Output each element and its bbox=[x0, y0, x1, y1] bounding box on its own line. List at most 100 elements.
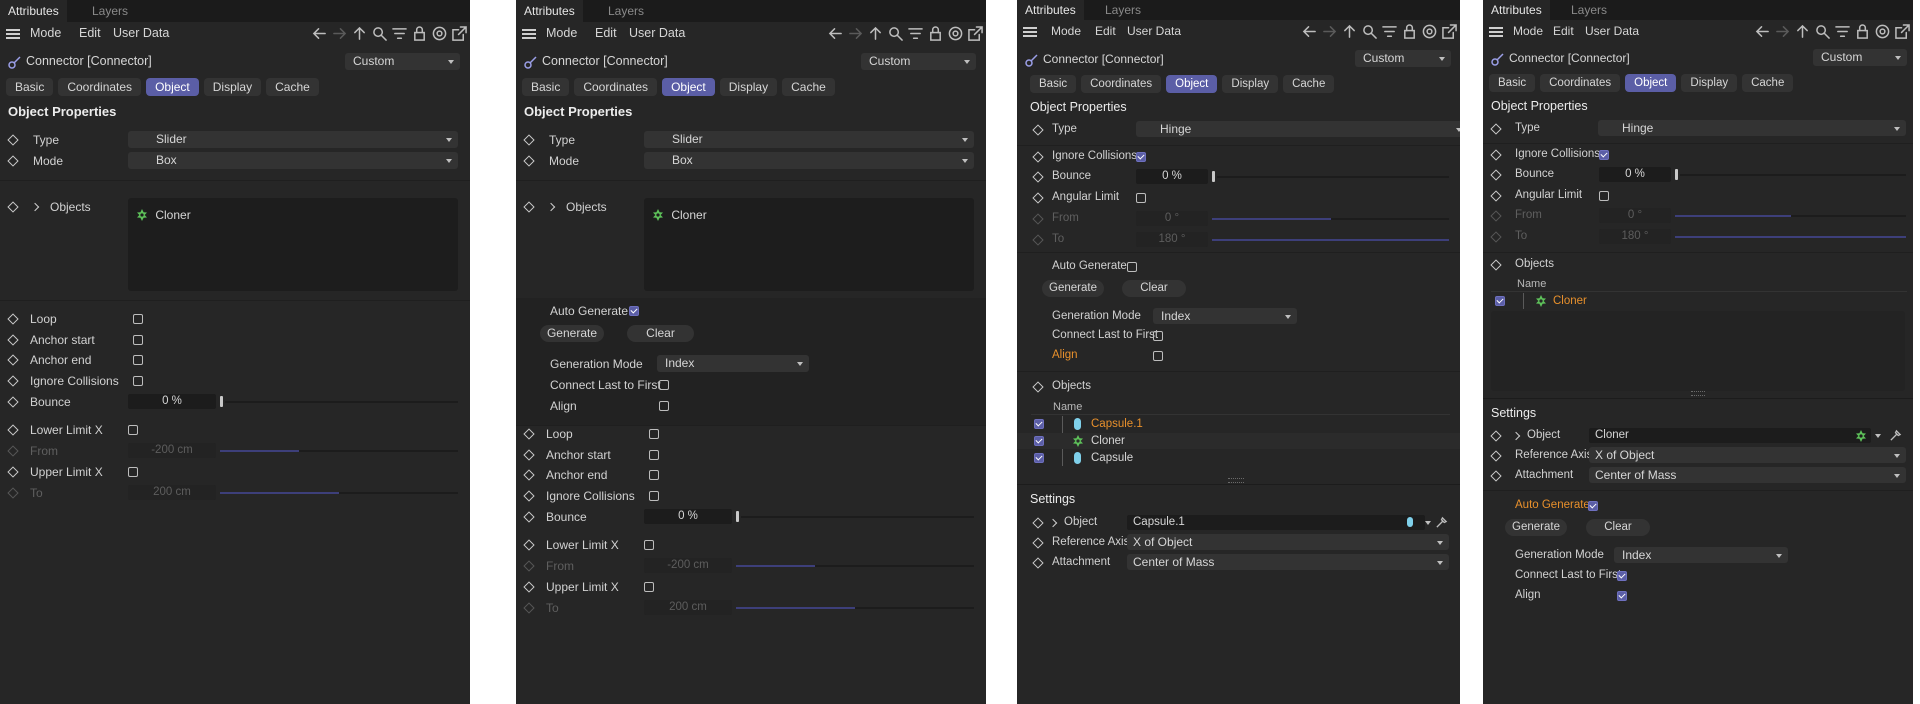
keyframe-diamond-icon[interactable] bbox=[1032, 151, 1044, 163]
clear-button[interactable]: Clear bbox=[1122, 280, 1186, 297]
tab-coordinates[interactable]: Coordinates bbox=[574, 78, 658, 96]
new-window-icon[interactable] bbox=[1894, 23, 1911, 40]
tab-coordinates[interactable]: Coordinates bbox=[58, 78, 142, 96]
forward-arrow-icon[interactable] bbox=[847, 25, 864, 42]
new-window-icon[interactable] bbox=[451, 25, 468, 42]
menu-user-data[interactable]: User Data bbox=[113, 26, 169, 40]
type-dropdown[interactable]: Slider bbox=[128, 131, 458, 148]
reference-axis-dropdown[interactable]: X of Object bbox=[1127, 534, 1449, 550]
objects-list-empty-area[interactable] bbox=[1491, 311, 1905, 391]
type-dropdown[interactable]: Slider bbox=[644, 131, 974, 148]
lock-icon[interactable] bbox=[1854, 23, 1871, 40]
ignore-collisions-checkbox[interactable] bbox=[649, 491, 659, 501]
tab-attributes[interactable]: Attributes bbox=[1017, 0, 1084, 20]
keyframe-diamond-icon[interactable] bbox=[523, 201, 535, 213]
lock-icon[interactable] bbox=[411, 25, 428, 42]
keyframe-diamond-icon[interactable] bbox=[7, 396, 19, 408]
keyframe-diamond-icon[interactable] bbox=[1032, 537, 1044, 549]
settings-object-field[interactable]: Capsule.1 bbox=[1127, 515, 1425, 530]
menu-edit[interactable]: Edit bbox=[1095, 24, 1116, 38]
keyframe-diamond-icon[interactable] bbox=[7, 466, 19, 478]
tab-layers[interactable]: Layers bbox=[1563, 0, 1615, 20]
keyframe-diamond-icon[interactable] bbox=[1032, 192, 1044, 204]
forward-arrow-icon[interactable] bbox=[1321, 23, 1338, 40]
filter-icon[interactable] bbox=[1381, 23, 1398, 40]
preset-dropdown[interactable]: Custom bbox=[861, 53, 976, 70]
list-item[interactable]: Cloner bbox=[652, 208, 707, 222]
keyframe-diamond-icon[interactable] bbox=[7, 334, 19, 346]
tab-attributes[interactable]: Attributes bbox=[516, 0, 583, 22]
list-item[interactable]: Cloner bbox=[136, 208, 191, 222]
keyframe-diamond-icon[interactable] bbox=[1032, 171, 1044, 183]
search-icon[interactable] bbox=[371, 25, 388, 42]
keyframe-diamond-icon[interactable] bbox=[1490, 450, 1502, 462]
align-checkbox[interactable] bbox=[659, 401, 669, 411]
keyframe-diamond-icon[interactable] bbox=[1490, 430, 1502, 442]
filter-icon[interactable] bbox=[391, 25, 408, 42]
ignore-collisions-checkbox[interactable] bbox=[1599, 150, 1609, 160]
target-icon[interactable] bbox=[1874, 23, 1891, 40]
back-arrow-icon[interactable] bbox=[827, 25, 844, 42]
tab-object[interactable]: Object bbox=[1166, 75, 1218, 93]
mode-dropdown[interactable]: Box bbox=[128, 152, 458, 169]
keyframe-diamond-icon[interactable] bbox=[1032, 557, 1044, 569]
menu-edit[interactable]: Edit bbox=[79, 26, 101, 40]
preset-dropdown[interactable]: Custom bbox=[345, 53, 460, 70]
up-arrow-icon[interactable] bbox=[867, 25, 884, 42]
keyframe-diamond-icon[interactable] bbox=[7, 134, 19, 146]
keyframe-diamond-icon[interactable] bbox=[1032, 381, 1044, 393]
menu-icon[interactable] bbox=[1023, 27, 1037, 37]
filter-icon[interactable] bbox=[1834, 23, 1851, 40]
angular-limit-checkbox[interactable] bbox=[1136, 193, 1146, 203]
reference-axis-dropdown[interactable]: X of Object bbox=[1589, 447, 1906, 463]
bounce-slider-handle[interactable] bbox=[1675, 169, 1678, 180]
row-checkbox[interactable] bbox=[1495, 296, 1505, 306]
keyframe-diamond-icon[interactable] bbox=[7, 354, 19, 366]
keyframe-diamond-icon[interactable] bbox=[7, 313, 19, 325]
table-row[interactable]: Cloner bbox=[1483, 293, 1913, 309]
tab-basic[interactable]: Basic bbox=[1489, 74, 1536, 92]
generate-button[interactable]: Generate bbox=[1505, 519, 1567, 536]
expand-chevron-icon[interactable] bbox=[30, 202, 40, 212]
loop-checkbox[interactable] bbox=[133, 314, 143, 324]
tab-attributes[interactable]: Attributes bbox=[1483, 0, 1550, 20]
lower-limit-checkbox[interactable] bbox=[644, 540, 654, 550]
keyframe-diamond-icon[interactable] bbox=[1490, 259, 1502, 271]
table-row[interactable]: Cloner bbox=[1017, 433, 1460, 449]
anchor-end-checkbox[interactable] bbox=[649, 470, 659, 480]
keyframe-diamond-icon[interactable] bbox=[1490, 169, 1502, 181]
keyframe-diamond-icon[interactable] bbox=[523, 449, 535, 461]
object-dropdown-caret-icon[interactable] bbox=[1875, 434, 1881, 438]
keyframe-diamond-icon[interactable] bbox=[1490, 123, 1502, 135]
pick-icon[interactable] bbox=[1435, 516, 1448, 529]
clear-button[interactable]: Clear bbox=[627, 325, 694, 342]
new-window-icon[interactable] bbox=[1441, 23, 1458, 40]
align-checkbox[interactable] bbox=[1617, 591, 1627, 601]
auto-generate-checkbox[interactable] bbox=[1127, 262, 1137, 272]
tab-cache[interactable]: Cache bbox=[1742, 74, 1794, 92]
menu-user-data[interactable]: User Data bbox=[629, 26, 685, 40]
tab-cache[interactable]: Cache bbox=[1283, 75, 1335, 93]
attachment-dropdown[interactable]: Center of Mass bbox=[1589, 467, 1906, 483]
type-dropdown[interactable]: Hinge bbox=[1598, 120, 1906, 136]
row-checkbox[interactable] bbox=[1034, 419, 1044, 429]
keyframe-diamond-icon[interactable] bbox=[1490, 470, 1502, 482]
attachment-dropdown[interactable]: Center of Mass bbox=[1127, 554, 1449, 570]
up-arrow-icon[interactable] bbox=[351, 25, 368, 42]
keyframe-diamond-icon[interactable] bbox=[523, 134, 535, 146]
align-checkbox[interactable] bbox=[1153, 351, 1163, 361]
bounce-field[interactable]: 0 % bbox=[128, 394, 216, 409]
keyframe-diamond-icon[interactable] bbox=[1490, 190, 1502, 202]
row-checkbox[interactable] bbox=[1034, 453, 1044, 463]
tab-object[interactable]: Object bbox=[1625, 74, 1677, 92]
tab-coordinates[interactable]: Coordinates bbox=[1081, 75, 1162, 93]
menu-icon[interactable] bbox=[522, 29, 536, 39]
pick-icon[interactable] bbox=[1889, 429, 1902, 442]
bounce-field[interactable]: 0 % bbox=[1599, 167, 1671, 182]
menu-mode[interactable]: Mode bbox=[30, 26, 61, 40]
bounce-slider-handle[interactable] bbox=[220, 396, 223, 407]
settings-object-field[interactable]: Cloner bbox=[1589, 428, 1871, 443]
keyframe-diamond-icon[interactable] bbox=[523, 428, 535, 440]
target-icon[interactable] bbox=[947, 25, 964, 42]
expand-chevron-icon[interactable] bbox=[1048, 518, 1058, 528]
